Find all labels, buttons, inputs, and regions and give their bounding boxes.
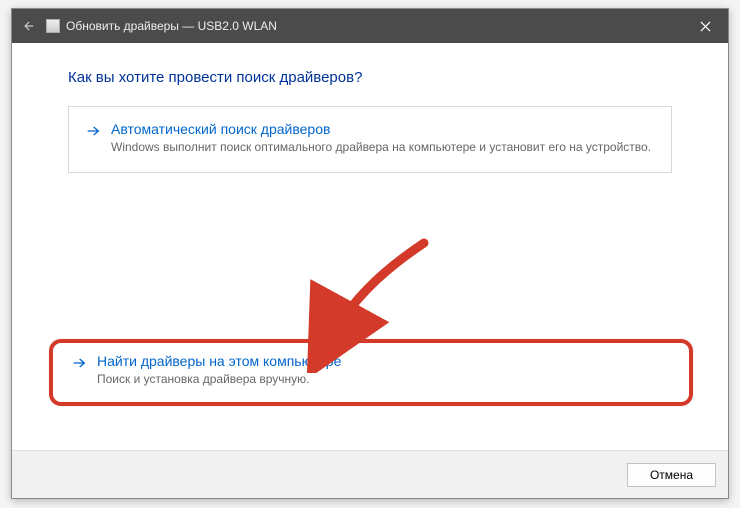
arrow-right-icon — [85, 123, 101, 144]
option-manual-title: Найти драйверы на этом компьютере — [97, 353, 341, 369]
device-icon — [46, 19, 60, 33]
page-heading: Как вы хотите провести поиск драйверов? — [68, 69, 688, 86]
content-area: Как вы хотите провести поиск драйверов? … — [12, 43, 728, 450]
option-manual-search[interactable]: Найти драйверы на этом компьютере Поиск … — [71, 353, 671, 388]
arrow-left-icon — [21, 19, 35, 33]
option-auto-desc: Windows выполнит поиск оптимального драй… — [111, 139, 651, 156]
window-title: Обновить драйверы — USB2.0 WLAN — [66, 19, 277, 33]
cancel-button[interactable]: Отмена — [627, 463, 716, 487]
close-icon — [700, 21, 711, 32]
close-button[interactable] — [682, 9, 728, 43]
option-manual-desc: Поиск и установка драйвера вручную. — [97, 371, 341, 388]
option-manual-highlight: Найти драйверы на этом компьютере Поиск … — [49, 339, 693, 406]
option-auto-search[interactable]: Автоматический поиск драйверов Windows в… — [68, 106, 672, 173]
driver-update-dialog: Обновить драйверы — USB2.0 WLAN Как вы х… — [11, 8, 729, 499]
arrow-right-icon — [71, 355, 87, 376]
option-auto-title: Автоматический поиск драйверов — [111, 121, 651, 137]
footer: Отмена — [12, 450, 728, 498]
titlebar: Обновить драйверы — USB2.0 WLAN — [12, 9, 728, 43]
back-button[interactable] — [12, 9, 44, 43]
